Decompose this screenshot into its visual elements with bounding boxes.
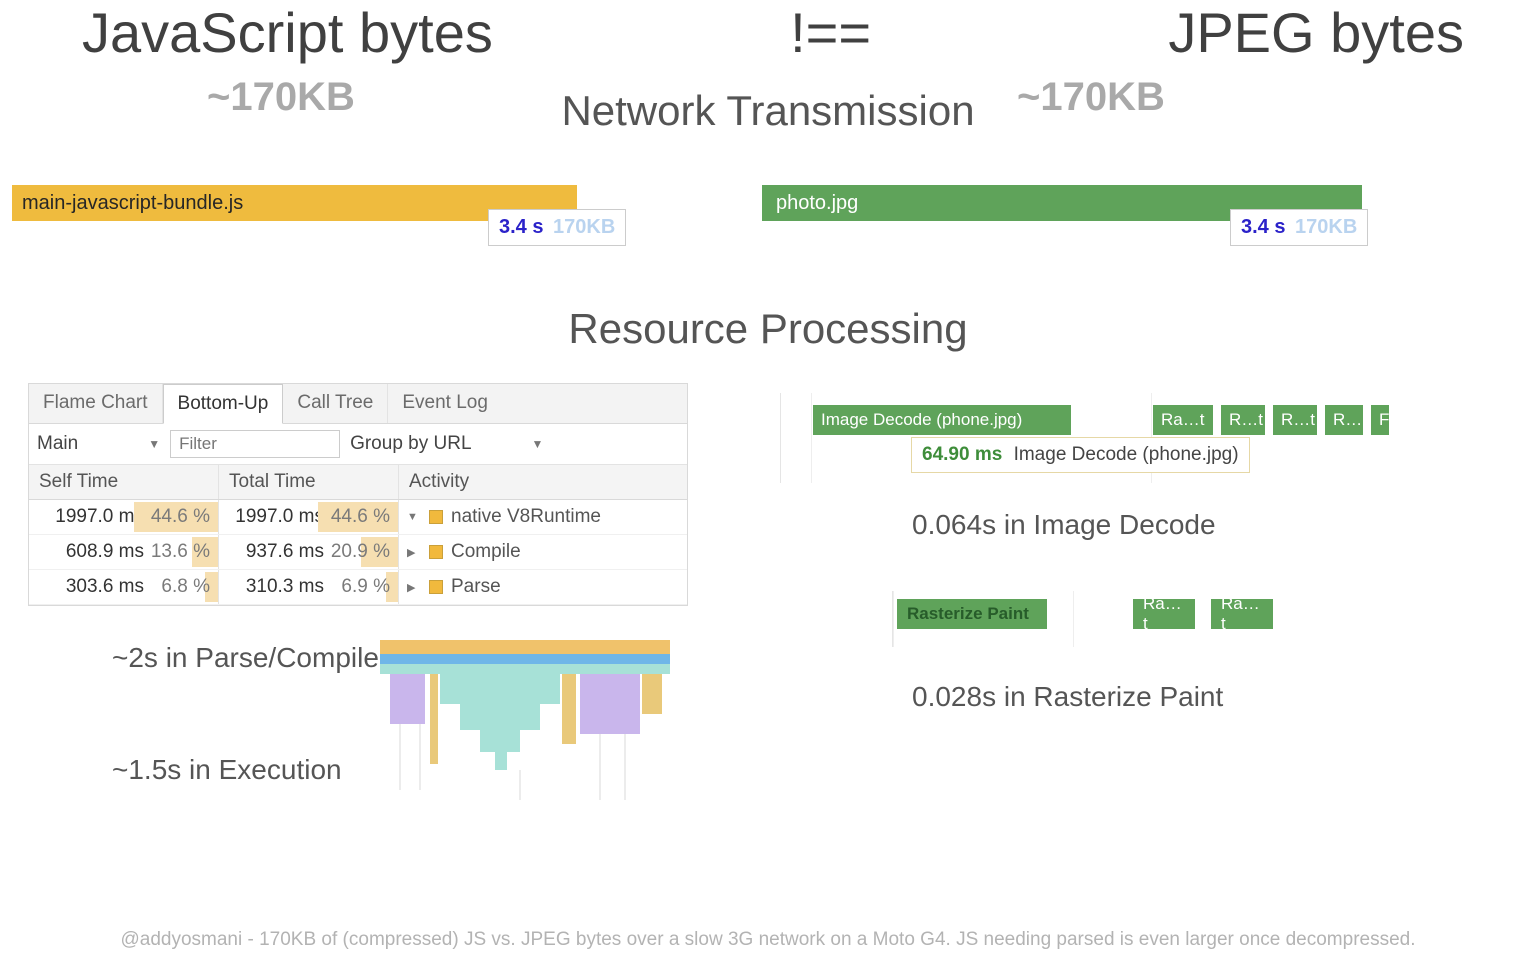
activity-label: native V8Runtime	[451, 506, 601, 528]
footer-caption: @addyosmani - 170KB of (compressed) JS v…	[0, 929, 1536, 951]
script-color-swatch	[429, 545, 443, 559]
jpg-bar-label: photo.jpg	[776, 192, 858, 215]
stat-rasterize: 0.028s in Rasterize Paint	[912, 681, 1524, 713]
cell-activity: ▶ Parse	[399, 570, 687, 604]
activity-label: Compile	[451, 541, 521, 563]
thread-dropdown-label: Main	[37, 433, 78, 455]
left-column: Flame Chart Bottom-Up Call Tree Event Lo…	[12, 383, 772, 786]
js-badge-time: 3.4 s	[499, 216, 543, 238]
flame-icon	[380, 640, 670, 800]
right-column: Image Decode (phone.jpg) Ra…t R…t R…t R……	[772, 383, 1524, 786]
cell-self-time: 1997.0 ms44.6 %	[29, 500, 219, 534]
image-decode-timeline: Image Decode (phone.jpg) Ra…t R…t R…t R……	[780, 393, 1524, 483]
segment-raster-small: Ra…t	[1211, 599, 1273, 629]
segment-raster-small: Ra…t	[1133, 599, 1195, 629]
cell-self-time: 608.9 ms13.6 %	[29, 535, 219, 569]
columns: Flame Chart Bottom-Up Call Tree Event Lo…	[12, 383, 1524, 786]
tooltip-time: 64.90 ms	[922, 444, 1002, 465]
flame-graph-thumbnail	[380, 640, 670, 800]
table-row[interactable]: 303.6 ms6.8 %310.3 ms6.9 % ▶ Parse	[29, 570, 687, 605]
activity-label: Parse	[451, 576, 501, 598]
filter-input[interactable]	[170, 430, 340, 458]
stat-image-decode: 0.064s in Image Decode	[912, 509, 1524, 541]
devtools-table-head: Self Time Total Time Activity	[29, 465, 687, 500]
tooltip-label: Image Decode (phone.jpg)	[1014, 444, 1239, 465]
script-color-swatch	[429, 510, 443, 524]
tab-flame-chart[interactable]: Flame Chart	[29, 384, 163, 423]
segment-image-decode: Image Decode (phone.jpg)	[813, 405, 1071, 435]
devtools-panel: Flame Chart Bottom-Up Call Tree Event Lo…	[28, 383, 688, 606]
subtitle-row: ~170KB Network Transmission ~170KB	[12, 65, 1524, 145]
js-time-badge: 3.4 s 170KB	[488, 209, 626, 246]
caret-down-icon: ▼	[532, 437, 544, 451]
decode-tooltip: 64.90 ms Image Decode (phone.jpg)	[911, 437, 1250, 473]
col-total-time: Total Time	[219, 465, 399, 499]
cell-activity: ▼ native V8Runtime	[399, 500, 687, 534]
not-equal-symbol: !==	[790, 0, 871, 65]
js-bar-label: main-javascript-bundle.js	[22, 192, 243, 215]
devtools-tabs: Flame Chart Bottom-Up Call Tree Event Lo…	[29, 384, 687, 424]
network-bars: main-javascript-bundle.js 3.4 s 170KB ph…	[12, 185, 1524, 275]
jpg-badge-time: 3.4 s	[1241, 216, 1285, 238]
cell-self-time: 303.6 ms6.8 %	[29, 570, 219, 604]
devtools-rows: 1997.0 ms44.6 %1997.0 ms44.6 % ▼ native V8…	[29, 500, 687, 605]
group-dropdown-label: Group by URL	[350, 433, 471, 455]
thread-dropdown[interactable]: Main ▼	[37, 433, 160, 455]
resource-heading: Resource Processing	[12, 305, 1524, 353]
tab-call-tree[interactable]: Call Tree	[283, 384, 388, 423]
jpg-time-badge: 3.4 s 170KB	[1230, 209, 1368, 246]
tab-bottom-up[interactable]: Bottom-Up	[163, 384, 284, 424]
segment-raster-small: R…t	[1221, 405, 1265, 435]
devtools-filter-row: Main ▼ Group by URL ▼	[29, 424, 687, 465]
title-row: JavaScript bytes !== JPEG bytes	[12, 0, 1524, 65]
cell-activity: ▶ Compile	[399, 535, 687, 569]
segment-raster-small: R…t	[1273, 405, 1317, 435]
script-color-swatch	[429, 580, 443, 594]
col-self-time: Self Time	[29, 465, 219, 499]
gridline	[893, 591, 894, 647]
expand-icon[interactable]: ▶	[407, 581, 421, 594]
table-row[interactable]: 1997.0 ms44.6 %1997.0 ms44.6 % ▼ native V8…	[29, 500, 687, 535]
gridline	[811, 393, 812, 483]
tab-event-log[interactable]: Event Log	[388, 384, 502, 423]
table-row[interactable]: 608.9 ms13.6 %937.6 ms20.9 % ▶ Compile	[29, 535, 687, 570]
rasterize-timeline: Rasterize Paint Ra…t Ra…t	[892, 591, 1524, 647]
title-js: JavaScript bytes	[82, 0, 493, 65]
cell-total-time: 310.3 ms6.9 %	[219, 570, 399, 604]
segment-rasterize-paint: Rasterize Paint	[897, 599, 1047, 629]
expand-icon[interactable]: ▶	[407, 546, 421, 559]
group-dropdown[interactable]: Group by URL ▼	[350, 433, 543, 455]
js-badge-size: 170KB	[553, 216, 615, 238]
caret-down-icon: ▼	[148, 437, 160, 451]
segment-raster-small: R…	[1325, 405, 1363, 435]
jpg-badge-size: 170KB	[1295, 216, 1357, 238]
network-heading: Network Transmission	[12, 87, 1524, 135]
segment-raster-small: Ra…t	[1153, 405, 1213, 435]
cell-total-time: 1997.0 ms44.6 %	[219, 500, 399, 534]
slide: JavaScript bytes !== JPEG bytes ~170KB N…	[0, 0, 1536, 967]
col-activity: Activity	[399, 465, 687, 499]
cell-total-time: 937.6 ms20.9 %	[219, 535, 399, 569]
size-jpeg: ~170KB	[1017, 75, 1165, 120]
expand-icon[interactable]: ▼	[407, 511, 421, 523]
title-jpeg: JPEG bytes	[1168, 0, 1464, 65]
gridline	[1073, 591, 1074, 647]
segment-raster-small: F	[1371, 405, 1389, 435]
